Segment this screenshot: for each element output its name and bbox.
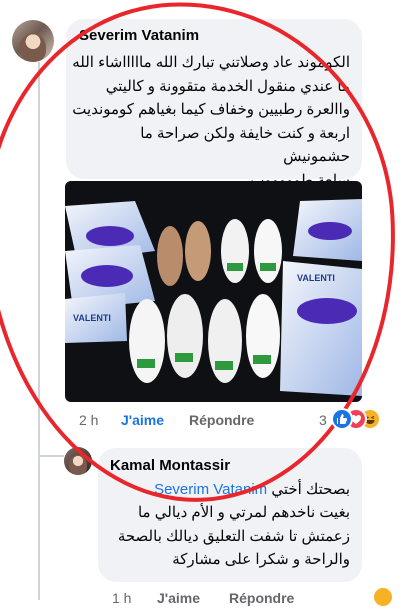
comment-photo[interactable]: VALENTI VALENTI xyxy=(65,181,362,402)
reply-bubble: Kamal Montassir بصحتك أختي Severim Vatan… xyxy=(98,448,362,582)
shoe-box: VALENTI xyxy=(65,293,127,343)
comment-text-line: ما عندي منقول الخدمة متقوونة و كاليتي xyxy=(105,77,350,95)
thread-line xyxy=(38,62,40,600)
slipper-pair xyxy=(221,219,282,283)
slipper-pair xyxy=(208,294,280,383)
comment-bubble: Severim Vatanim الكوموند عاد وصلاتني تبا… xyxy=(66,19,362,189)
slipper-pair xyxy=(129,294,203,383)
shoe-box: VALENTI xyxy=(280,261,362,396)
comment-author[interactable]: Severim Vatanim xyxy=(79,27,199,44)
reply-like-button[interactable]: J'aime xyxy=(157,590,200,606)
mention-link[interactable]: Severim Vatanim xyxy=(154,481,267,498)
reply-button[interactable]: Répondre xyxy=(189,412,254,428)
svg-text:VALENTI: VALENTI xyxy=(297,273,335,283)
slipper-pair xyxy=(157,221,211,286)
shoes-and-boxes-image: VALENTI VALENTI xyxy=(65,199,362,396)
avatar[interactable] xyxy=(12,20,54,62)
reply-actions: 1 h J'aime Répondre xyxy=(0,588,400,610)
reaction-count[interactable]: 3 xyxy=(319,412,327,428)
reply-first-line: بصحتك أختي Severim Vatanim xyxy=(100,478,350,502)
reply-time[interactable]: 1 h xyxy=(112,590,131,606)
comment-time[interactable]: 2 h xyxy=(79,412,98,428)
reply-haha-reaction-icon[interactable] xyxy=(372,586,394,608)
reply-prefix: بصحتك أختي xyxy=(271,481,350,498)
comment-text: الكوموند عاد وصلاتني تبارك الله ماااااشا… xyxy=(70,51,350,192)
comment-text-line: اربعة و كنت خايفة ولكن صراحة ما حشمونيش xyxy=(140,124,350,166)
comment-text-line: الكوموند عاد وصلاتني تبارك الله ماااااشا… xyxy=(72,54,350,71)
reply-author[interactable]: Kamal Montassir xyxy=(110,457,230,474)
like-button[interactable]: J'aime xyxy=(121,412,164,428)
reply-text: بغيت ناخدهم لمرتي و الأم ديالي ما زعمتش … xyxy=(100,501,350,572)
shoe-box xyxy=(293,199,362,261)
reply-text-line: بغيت ناخدهم لمرتي و الأم ديالي ما xyxy=(137,504,350,521)
reply-text-line: والراحة و شكرا على مشاركة xyxy=(172,551,350,568)
thread-branch xyxy=(38,455,64,457)
reactions-summary[interactable] xyxy=(331,408,391,430)
comment-text-line: واالعرة رطبيين وخفاف كيما بغياهم كوموندي… xyxy=(72,101,350,118)
reply-reply-button[interactable]: Répondre xyxy=(229,590,294,606)
reply-text-line: زعمتش تا شفت التعليق ديالك بالصحة xyxy=(117,527,350,545)
reply-avatar[interactable] xyxy=(64,447,92,475)
like-reaction-icon xyxy=(331,408,353,430)
svg-text:VALENTI: VALENTI xyxy=(73,313,111,323)
